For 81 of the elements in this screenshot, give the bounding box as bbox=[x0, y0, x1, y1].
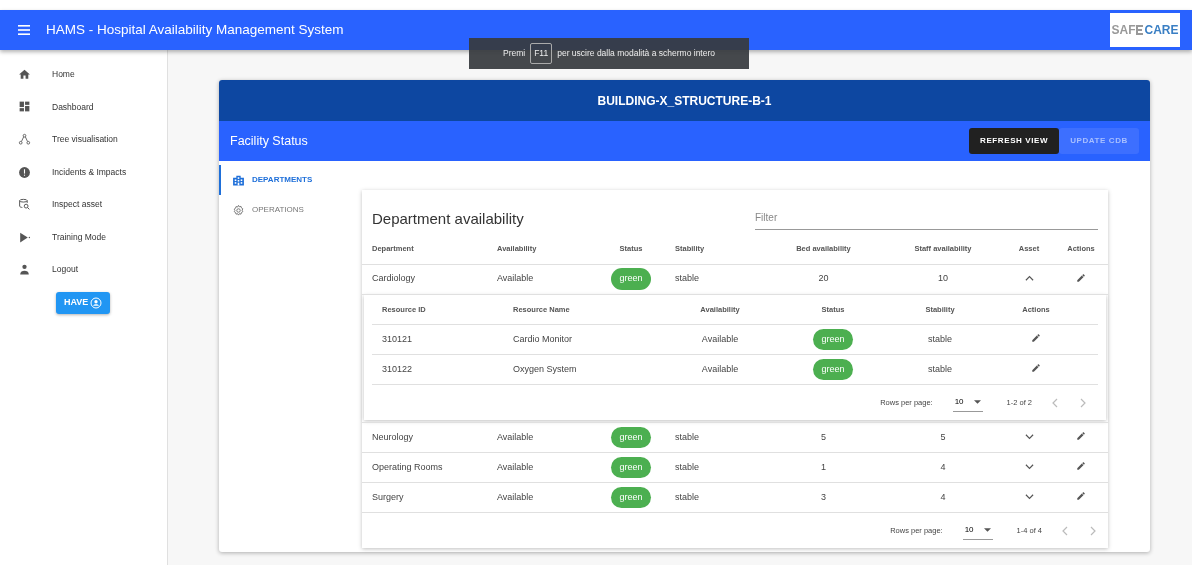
building-icon bbox=[232, 173, 245, 187]
person-icon bbox=[18, 263, 31, 277]
chevron-down-icon bbox=[1024, 433, 1034, 440]
table-cell: stable bbox=[665, 264, 765, 294]
table-cell: Available bbox=[487, 264, 597, 294]
table-cell: Oxygen System bbox=[503, 354, 680, 385]
pencil-icon bbox=[1076, 272, 1086, 283]
status-chip: green bbox=[611, 456, 651, 479]
table-cell: 3 bbox=[765, 482, 882, 513]
home-icon bbox=[18, 67, 31, 81]
chevron-right-icon bbox=[1080, 397, 1086, 408]
table-cell: Cardiology bbox=[362, 264, 487, 294]
pencil-icon bbox=[1031, 363, 1041, 374]
table-cell: Available bbox=[487, 422, 597, 453]
table-cell: 5 bbox=[882, 422, 1004, 453]
table-cell: Cardio Monitor bbox=[503, 324, 680, 355]
table-cell: Available bbox=[680, 324, 760, 355]
table-cell: 10 bbox=[882, 264, 1004, 294]
table-cell: stable bbox=[906, 324, 974, 355]
play-icon bbox=[18, 230, 31, 244]
refresh-button[interactable]: REFRESH VIEW bbox=[969, 128, 1060, 154]
chevron-down-icon bbox=[1024, 463, 1034, 470]
logo: SAF CARE bbox=[1110, 13, 1180, 47]
menu-icon[interactable] bbox=[18, 25, 30, 35]
status-chip: green bbox=[813, 358, 853, 381]
notice-text: per uscire dalla modalità a schermo intero bbox=[557, 47, 715, 60]
chevron-right-icon bbox=[1090, 525, 1096, 536]
table-cell: Surgery bbox=[362, 482, 487, 513]
table-cell: stable bbox=[665, 422, 765, 453]
pencil-icon bbox=[1031, 333, 1041, 344]
sidebar-item[interactable]: Tree visualisation bbox=[0, 123, 167, 156]
status-chip: green bbox=[813, 328, 853, 351]
sidebar-item[interactable]: Logout bbox=[0, 253, 167, 287]
table-cell: Operating Rooms bbox=[362, 452, 487, 483]
table-cell: 20 bbox=[765, 264, 882, 294]
rows-per-page-select[interactable]: 10 bbox=[952, 393, 983, 412]
table-cell: 4 bbox=[882, 452, 1004, 483]
building-title: BUILDING-X_STRUCTURE-B-1 bbox=[597, 92, 772, 110]
table-cell: Neurology bbox=[362, 422, 487, 453]
table-cell: 4 bbox=[882, 482, 1004, 513]
table-cell: Available bbox=[487, 482, 597, 513]
table-cell: 5 bbox=[765, 422, 882, 453]
chevron-left-icon bbox=[1052, 397, 1058, 408]
status-chip: green bbox=[611, 268, 651, 290]
table-cell: stable bbox=[665, 452, 765, 483]
table-cell: Available bbox=[487, 452, 597, 483]
caret-icon bbox=[983, 527, 991, 532]
pencil-icon bbox=[1076, 431, 1086, 442]
sidebar-item[interactable]: Dashboard bbox=[0, 90, 167, 124]
sidebar-item[interactable]: Home bbox=[0, 58, 167, 91]
tab[interactable]: OPERATIONS bbox=[219, 195, 362, 225]
table-cell: 310121 bbox=[372, 324, 503, 355]
chevron-left-icon bbox=[1062, 525, 1068, 536]
account-icon bbox=[90, 296, 103, 309]
status-chip: green bbox=[611, 426, 651, 449]
table-cell: 310122 bbox=[372, 354, 503, 385]
rows-per-page-select[interactable]: 10 bbox=[962, 521, 993, 540]
chevron-down-icon bbox=[1024, 493, 1034, 500]
key-label: F11 bbox=[530, 43, 553, 64]
pencil-icon bbox=[1076, 461, 1086, 472]
sidebar-item[interactable]: Incidents & Impacts bbox=[0, 155, 167, 189]
inspect-icon bbox=[18, 198, 31, 212]
dashboard-icon bbox=[18, 100, 31, 114]
sidebar-item[interactable]: Inspect asset bbox=[0, 188, 167, 221]
table-cell: Available bbox=[680, 354, 760, 385]
gear-icon bbox=[232, 203, 245, 217]
status-chip: green bbox=[611, 486, 651, 509]
notice-text: Premi bbox=[502, 47, 526, 60]
pencil-icon bbox=[1076, 491, 1086, 502]
app-title: HAMS - Hospital Availability Management System bbox=[46, 20, 344, 39]
table-cell: stable bbox=[906, 354, 974, 385]
chevron-up-icon bbox=[1024, 275, 1034, 282]
alert-icon bbox=[18, 165, 31, 179]
sidebar-item[interactable]: Training Mode bbox=[0, 220, 167, 254]
table-title: Department availability bbox=[372, 208, 524, 229]
table-cell: 1 bbox=[765, 452, 882, 483]
tree-icon bbox=[18, 133, 31, 146]
table-cell: stable bbox=[665, 482, 765, 513]
caret-icon bbox=[973, 399, 981, 404]
tab[interactable]: DEPARTMENTS bbox=[219, 165, 362, 195]
panel-title: Facility Status bbox=[230, 132, 308, 150]
